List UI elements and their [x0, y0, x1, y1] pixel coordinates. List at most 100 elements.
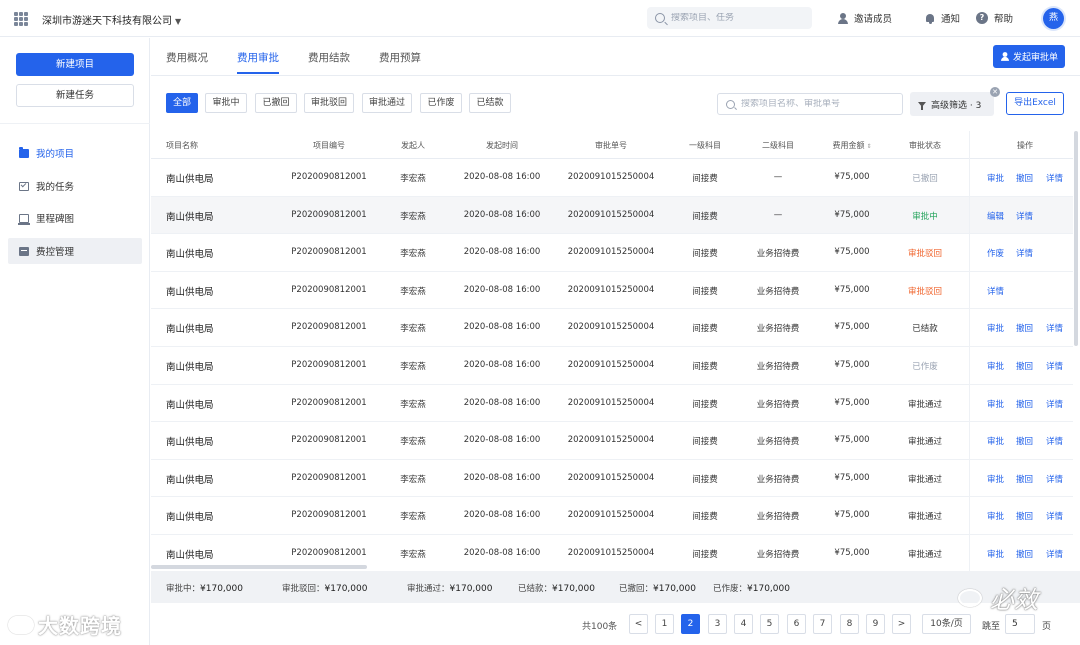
withdraw-action-link[interactable]: 撤回 [1016, 398, 1033, 410]
detail-action-link[interactable]: 详情 [1046, 435, 1063, 447]
table-row[interactable]: 南山供电局 P2020090812001 李宏燕 2020-08-08 16:00 20… [151, 234, 1073, 272]
tab-cost-settlement[interactable]: 费用结款 [308, 50, 350, 65]
table-row[interactable]: 南山供电局 P2020090812001 李宏燕 2020-08-08 16:00 20… [151, 347, 1073, 385]
tab-cost-overview[interactable]: 费用概况 [166, 50, 208, 65]
sidebar-item-milestones[interactable]: 里程碑图 [8, 205, 142, 231]
filter-chip-settled[interactable]: 已结款 [469, 93, 511, 113]
table-search-input[interactable] [741, 99, 901, 109]
invite-member-link[interactable]: 邀请成员 [838, 11, 892, 25]
detail-action-link[interactable]: 详情 [1046, 473, 1063, 485]
global-search-input[interactable] [671, 13, 801, 23]
page-button[interactable]: 5 [760, 614, 779, 634]
table-search[interactable] [717, 93, 903, 115]
page-button[interactable]: 7 [813, 614, 832, 634]
project-name-cell: 南山供电局 [166, 324, 214, 336]
detail-action-link[interactable]: 详情 [1016, 210, 1033, 222]
approve-action-link[interactable]: 审批 [987, 322, 1004, 334]
clear-filter-icon[interactable]: ✕ [990, 87, 1000, 97]
prev-page-button[interactable]: < [629, 614, 648, 634]
initiator-cell: 李宏燕 [400, 399, 426, 410]
table-row[interactable]: 南山供电局 P2020090812001 李宏燕 2020-08-08 16:00 20… [151, 422, 1073, 460]
page-button[interactable]: 3 [708, 614, 727, 634]
level2-cell: 业务招待费 [756, 286, 800, 297]
avatar[interactable]: 燕 [1043, 8, 1064, 29]
detail-action-link[interactable]: 详情 [1046, 398, 1063, 410]
page-button[interactable]: 9 [866, 614, 885, 634]
page-button[interactable]: 8 [840, 614, 859, 634]
column-header-amount[interactable]: 费用金额 ⇕ [832, 140, 871, 151]
filter-chip-all[interactable]: 全部 [166, 93, 198, 113]
advanced-filter-button[interactable]: 高级筛选 · 3 [910, 92, 994, 116]
detail-action-link[interactable]: 详情 [1046, 548, 1063, 560]
page-button[interactable]: 4 [734, 614, 753, 634]
top-bar: 深圳市游迷天下科技有限公司▼ 邀请成员 通知 ? 帮助 燕 [0, 0, 1080, 37]
initiator-cell: 李宏燕 [400, 362, 426, 372]
page-button[interactable]: 1 [655, 614, 674, 634]
approve-action-link[interactable]: 审批 [987, 435, 1004, 447]
launch-approval-button[interactable]: 发起审批单 [993, 45, 1065, 68]
approve-action-link[interactable]: 审批 [987, 398, 1004, 410]
table-row[interactable]: 南山供电局 P2020090812001 李宏燕 2020-08-08 16:00 20… [151, 272, 1073, 310]
new-project-button[interactable]: 新建项目 [16, 53, 134, 76]
logo-icon [8, 615, 34, 634]
level1-cell: 间接费 [692, 399, 718, 410]
withdraw-action-link[interactable]: 撤回 [1016, 548, 1033, 560]
sidebar-item-my-tasks[interactable]: 我的任务 [8, 173, 142, 199]
withdraw-action-link[interactable]: 撤回 [1016, 435, 1033, 447]
table-row[interactable]: 南山供电局 P2020090812001 李宏燕 2020-08-08 16:00 20… [151, 196, 1073, 235]
notify-link[interactable]: 通知 [925, 11, 960, 25]
page-button-current[interactable]: 2 [681, 614, 700, 634]
tab-cost-budget[interactable]: 费用预算 [379, 50, 421, 65]
sidebar-item-my-projects[interactable]: 我的项目 [8, 140, 142, 166]
table-row[interactable]: 南山供电局 P2020090812001 李宏燕 2020-08-08 16:00 20… [151, 497, 1073, 535]
filter-chip-approved[interactable]: 审批通过 [362, 93, 412, 113]
withdraw-action-link[interactable]: 撤回 [1016, 172, 1033, 184]
help-link[interactable]: ? 帮助 [976, 11, 1013, 25]
detail-action-link[interactable]: 详情 [1046, 322, 1063, 334]
approval-no-cell: 2020091015250004 [567, 172, 655, 182]
table-row[interactable]: 南山供电局 P2020090812001 李宏燕 2020-08-08 16:00 20… [151, 159, 1073, 197]
status-cell: 审批通过 [907, 512, 943, 523]
table-row[interactable]: 南山供电局 P2020090812001 李宏燕 2020-08-08 16:00 20… [151, 309, 1073, 347]
table-row[interactable]: 南山供电局 P2020090812001 李宏燕 2020-08-08 16:00 20… [151, 460, 1073, 498]
filter-chip-voided[interactable]: 已作废 [420, 93, 462, 113]
withdraw-action-link[interactable]: 撤回 [1016, 322, 1033, 334]
page-size-select[interactable]: 10条/页 [922, 614, 971, 634]
filter-chip-rejected[interactable]: 审批驳回 [304, 93, 354, 113]
approve-action-link[interactable]: 审批 [987, 360, 1004, 372]
column-header-time: 发起时间 [486, 141, 518, 150]
tab-cost-approval[interactable]: 费用审批 [237, 50, 279, 65]
horizontal-scrollbar[interactable] [151, 565, 367, 569]
table-row[interactable]: 南山供电局 P2020090812001 李宏燕 2020-08-08 16:00 20… [151, 385, 1073, 423]
next-page-button[interactable]: > [892, 614, 911, 634]
withdraw-action-link[interactable]: 撤回 [1016, 360, 1033, 372]
detail-action-link[interactable]: 详情 [1046, 360, 1063, 372]
add-user-icon [838, 12, 848, 24]
new-task-button[interactable]: 新建任务 [16, 84, 134, 107]
approve-action-link[interactable]: 审批 [987, 510, 1004, 522]
withdraw-action-link[interactable]: 撤回 [1016, 473, 1033, 485]
export-excel-button[interactable]: 导出Excel [1006, 92, 1064, 115]
withdraw-action-link[interactable]: 撤回 [1016, 510, 1033, 522]
approve-action-link[interactable]: 审批 [987, 473, 1004, 485]
edit-action-link[interactable]: 编辑 [987, 210, 1004, 222]
detail-action-link[interactable]: 详情 [987, 285, 1004, 297]
app-grid-icon[interactable] [14, 12, 28, 26]
company-switcher[interactable]: 深圳市游迷天下科技有限公司 ▼ [42, 12, 181, 27]
page-button[interactable]: 6 [787, 614, 806, 634]
approve-action-link[interactable]: 审批 [987, 548, 1004, 560]
vertical-scrollbar[interactable] [1074, 131, 1078, 346]
filter-chip-withdrawn[interactable]: 已撤回 [255, 93, 297, 113]
jump-page-input[interactable] [1005, 614, 1035, 634]
amount-cell: ¥75,000 [834, 360, 870, 370]
approve-action-link[interactable]: 审批 [987, 172, 1004, 184]
global-search[interactable] [647, 7, 812, 29]
sidebar-item-cost-control[interactable]: 费控管理 [8, 238, 142, 264]
filter-chip-in-approval[interactable]: 审批中 [205, 93, 247, 113]
level2-cell: 业务招待费 [756, 474, 800, 485]
void-action-link[interactable]: 作废 [987, 247, 1004, 259]
detail-action-link[interactable]: 详情 [1046, 510, 1063, 522]
time-cell: 2020-08-08 16:00 [463, 548, 541, 558]
detail-action-link[interactable]: 详情 [1016, 247, 1033, 259]
detail-action-link[interactable]: 详情 [1046, 172, 1063, 184]
